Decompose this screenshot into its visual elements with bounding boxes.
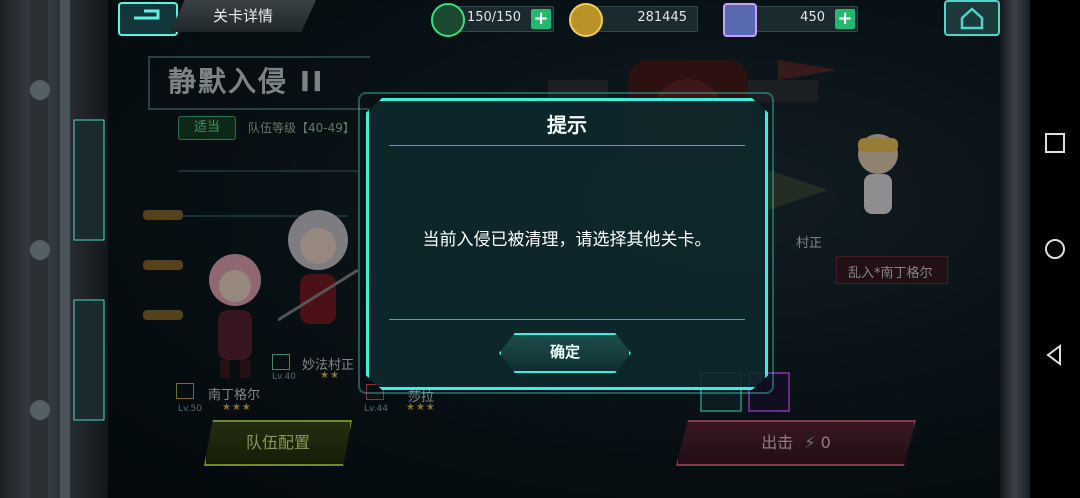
gems-resource: 450 + xyxy=(723,3,858,37)
game-area: 村正 乱入*南丁格尔 静默入侵 II 适当 队伍等级【40-49】 南丁格尔 L… xyxy=(108,0,1000,498)
lightning-icon xyxy=(431,3,465,37)
add-stamina-button[interactable]: + xyxy=(531,9,551,29)
dialog-message: 当前入侵已被清理，请选择其他关卡。 xyxy=(422,230,712,250)
right-frame xyxy=(1000,0,1030,498)
confirm-button[interactable]: 确定 xyxy=(499,333,631,373)
cube-icon xyxy=(723,3,757,37)
stamina-resource: 150/150 + xyxy=(431,3,554,37)
gold-resource: 281445 xyxy=(569,3,698,37)
back-button[interactable] xyxy=(118,2,178,36)
home-circle-icon[interactable] xyxy=(1042,236,1068,262)
prompt-dialog: 提示 当前入侵已被清理，请选择其他关卡。 确定 xyxy=(366,98,768,390)
gems-value: 450 xyxy=(800,10,825,25)
stamina-value: 150/150 xyxy=(466,10,521,25)
divider xyxy=(389,319,745,320)
system-nav-bar xyxy=(1030,0,1080,498)
recent-apps-icon[interactable] xyxy=(1042,130,1068,156)
home-icon xyxy=(960,7,984,30)
divider xyxy=(389,145,745,146)
back-arrow-icon xyxy=(134,9,160,20)
coin-icon xyxy=(569,3,603,37)
page-title: 关卡详情 xyxy=(170,0,316,32)
home-button[interactable] xyxy=(944,0,1000,36)
add-gems-button[interactable]: + xyxy=(835,9,855,29)
dialog-title: 提示 xyxy=(547,113,587,137)
left-frame xyxy=(0,0,108,498)
gold-value: 281445 xyxy=(637,10,687,25)
back-triangle-icon[interactable] xyxy=(1042,342,1068,368)
